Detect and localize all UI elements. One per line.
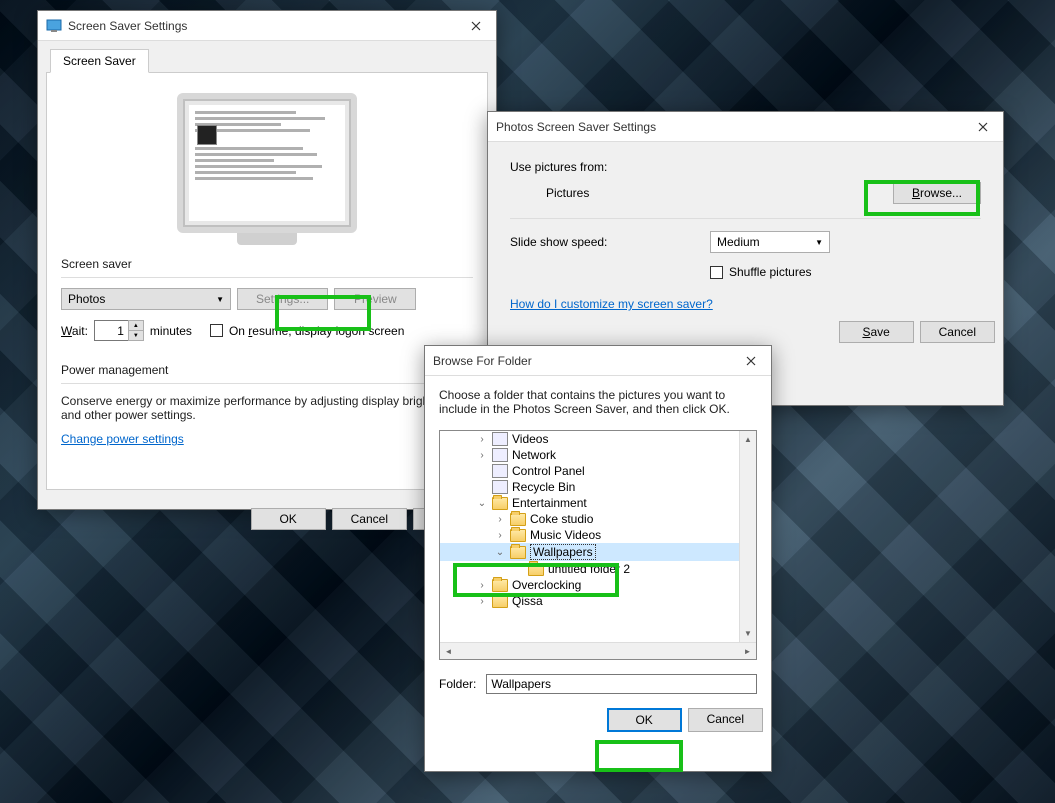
tree-item[interactable]: untitled folder 2 (440, 561, 756, 577)
horizontal-scrollbar[interactable]: ◄► (440, 642, 756, 659)
tree-item-label: Entertainment (512, 496, 587, 510)
tree-item[interactable]: Recycle Bin (440, 479, 756, 495)
folder-icon (510, 529, 526, 542)
resume-checkbox[interactable] (210, 324, 223, 337)
tree-item[interactable]: › Qissa (440, 593, 756, 609)
tree-item-label: Overclocking (512, 578, 581, 592)
chevron-down-icon[interactable]: ⌄ (494, 547, 506, 558)
chevron-down-icon: ▼ (216, 295, 224, 304)
speed-value: Medium (717, 235, 760, 249)
item-icon (492, 480, 508, 494)
folder-field-label: Folder: (439, 677, 476, 691)
chevron-left-icon[interactable]: ◄ (440, 643, 457, 660)
window-title: Photos Screen Saver Settings (496, 120, 656, 134)
close-button[interactable] (963, 112, 1003, 142)
ok-button[interactable]: OK (251, 508, 326, 530)
window-title: Screen Saver Settings (68, 19, 187, 33)
shuffle-checkbox[interactable] (710, 266, 723, 279)
tree-item[interactable]: Control Panel (440, 463, 756, 479)
resume-label: On resume, display logon screen (229, 324, 404, 338)
tree-item-label: Recycle Bin (512, 480, 575, 494)
tree-item-label: Coke studio (530, 512, 593, 526)
tree-item[interactable]: › Videos (440, 431, 756, 447)
folder-icon (510, 513, 526, 526)
chevron-right-icon[interactable]: › (494, 530, 506, 541)
preview-button[interactable]: Preview (334, 288, 416, 310)
screensaver-group-label: Screen saver (61, 257, 473, 271)
folder-icon (492, 579, 508, 592)
screensaver-dropdown-value: Photos (68, 292, 105, 306)
wait-unit: minutes (150, 324, 192, 338)
pictures-folder-name: Pictures (546, 186, 589, 200)
wait-spinner[interactable]: ▲▼ (128, 320, 144, 341)
settings-button[interactable]: Settings... (237, 288, 328, 310)
use-pictures-label: Use pictures from: (510, 160, 981, 174)
chevron-right-icon[interactable]: › (476, 580, 488, 591)
window-title: Browse For Folder (433, 354, 532, 368)
titlebar[interactable]: Screen Saver Settings (38, 11, 496, 41)
tree-item-label: Control Panel (512, 464, 585, 478)
screensaver-dropdown[interactable]: Photos ▼ (61, 288, 231, 310)
folder-icon (492, 595, 508, 608)
browse-instruction: Choose a folder that contains the pictur… (439, 388, 757, 416)
tree-item[interactable]: › Network (440, 447, 756, 463)
speed-dropdown[interactable]: Medium ▼ (710, 231, 830, 253)
power-text: Conserve energy or maximize performance … (61, 394, 473, 422)
tree-item[interactable]: › Music Videos (440, 527, 756, 543)
tree-item[interactable]: ⌄ Wallpapers (440, 543, 756, 561)
wait-label: Wait: (61, 324, 88, 338)
vertical-scrollbar[interactable]: ▲▼ (739, 431, 756, 642)
chevron-right-icon[interactable]: › (476, 450, 488, 461)
folder-icon (528, 563, 544, 576)
chevron-down-icon: ▼ (815, 238, 823, 247)
tree-item[interactable]: ⌄ Entertainment (440, 495, 756, 511)
tree-item-label: Music Videos (530, 528, 601, 542)
cancel-button[interactable]: Cancel (332, 508, 407, 530)
ok-button[interactable]: OK (607, 708, 682, 732)
chevron-down-icon[interactable]: ⌄ (476, 498, 488, 509)
chevron-right-icon[interactable]: › (494, 514, 506, 525)
wait-input[interactable] (94, 320, 128, 341)
window-icon (46, 18, 62, 34)
chevron-right-icon[interactable]: ► (739, 643, 756, 660)
titlebar[interactable]: Browse For Folder (425, 346, 771, 376)
folder-tree[interactable]: ›Videos›NetworkControl PanelRecycle Bin⌄… (439, 430, 757, 660)
monitor-preview (177, 93, 357, 233)
close-button[interactable] (456, 11, 496, 41)
titlebar[interactable]: Photos Screen Saver Settings (488, 112, 1003, 142)
save-button[interactable]: Save (839, 321, 914, 343)
item-icon (492, 448, 508, 462)
tree-item-label: Wallpapers (530, 544, 596, 560)
tree-item-label: Network (512, 448, 556, 462)
folder-icon (492, 497, 508, 510)
power-group-label: Power management (61, 363, 473, 377)
cancel-button[interactable]: Cancel (688, 708, 763, 732)
close-button[interactable] (731, 346, 771, 376)
folder-icon (510, 546, 526, 559)
chevron-down-icon[interactable]: ▼ (129, 331, 143, 340)
cancel-button[interactable]: Cancel (920, 321, 995, 343)
tree-item[interactable]: › Coke studio (440, 511, 756, 527)
shuffle-label: Shuffle pictures (729, 265, 812, 279)
chevron-up-icon[interactable]: ▲ (740, 431, 756, 448)
browse-button[interactable]: Browse... (893, 182, 981, 204)
chevron-down-icon[interactable]: ▼ (740, 625, 756, 642)
tab-screensaver[interactable]: Screen Saver (50, 49, 149, 73)
chevron-right-icon[interactable]: › (476, 434, 488, 445)
browse-folder-window: Browse For Folder Choose a folder that c… (424, 345, 772, 772)
tree-item-label: Videos (512, 432, 548, 446)
folder-input[interactable] (486, 674, 757, 694)
chevron-up-icon[interactable]: ▲ (129, 321, 143, 331)
speed-label: Slide show speed: (510, 235, 710, 249)
help-link[interactable]: How do I customize my screen saver? (510, 297, 713, 311)
item-icon (492, 432, 508, 446)
item-icon (492, 464, 508, 478)
tree-item-label: untitled folder 2 (548, 562, 630, 576)
chevron-right-icon[interactable]: › (476, 596, 488, 607)
tree-item[interactable]: › Overclocking (440, 577, 756, 593)
power-settings-link[interactable]: Change power settings (61, 432, 184, 446)
tree-item-label: Qissa (512, 594, 543, 608)
